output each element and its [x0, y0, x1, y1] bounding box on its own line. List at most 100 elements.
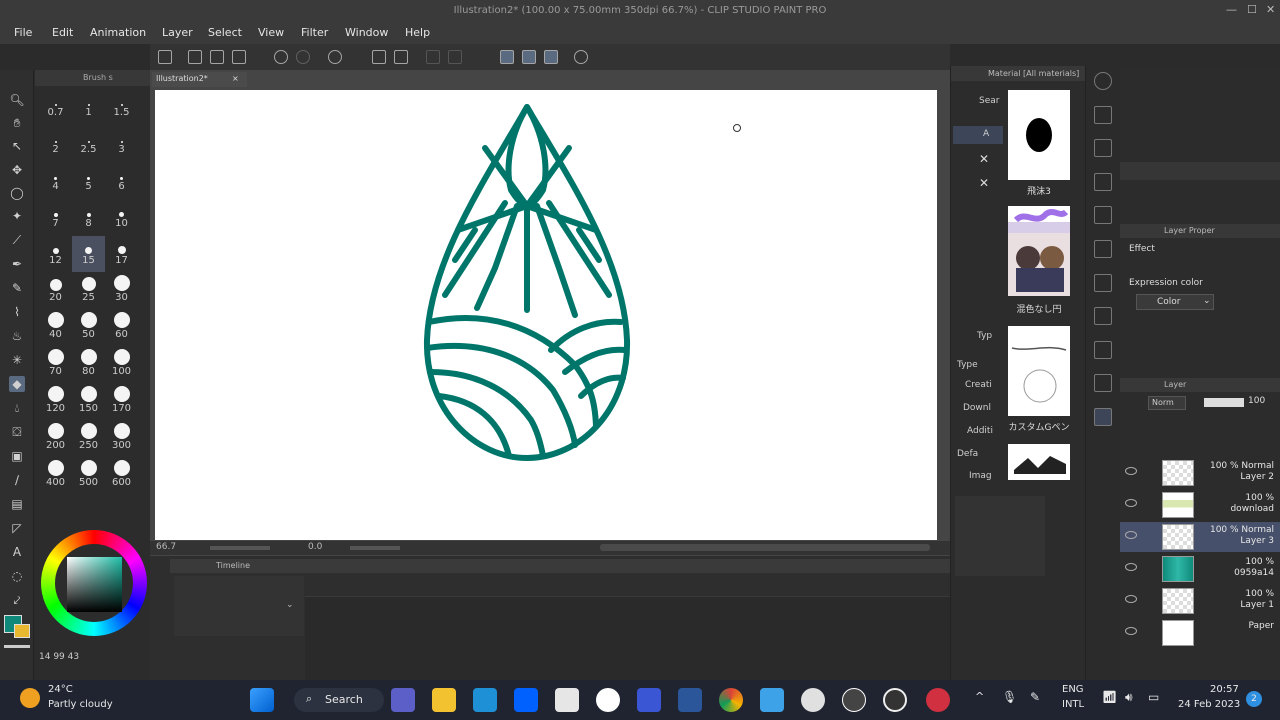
ruler-icon[interactable]: ◸ [9, 520, 25, 536]
close-icon[interactable]: ✕ [979, 152, 989, 166]
layer-search-icon[interactable] [1094, 374, 1112, 392]
layer-row[interactable]: 100 % download [1120, 490, 1280, 520]
clip-studio-launcher-icon[interactable] [801, 688, 825, 712]
material-creation-button[interactable]: Creati [953, 377, 1003, 395]
intermediate-color-icon[interactable] [1094, 274, 1112, 292]
material-thumb-splash[interactable] [1008, 90, 1070, 180]
color-wheel-icon[interactable] [1094, 206, 1112, 224]
open-folder-icon[interactable] [210, 50, 224, 64]
material-thumb-gpen[interactable] [1008, 326, 1070, 416]
brush-size-40[interactable]: 40 [39, 310, 72, 346]
color-history-icon[interactable] [1094, 341, 1112, 359]
clock-date[interactable]: 24 Feb 2023 [1178, 699, 1240, 710]
balloon-icon[interactable]: ◌ [9, 568, 25, 584]
brush-size-17[interactable]: 17 [105, 236, 138, 272]
material-icon[interactable] [1094, 408, 1112, 426]
brush-size-500[interactable]: 500 [72, 458, 105, 494]
clip-studio-paint-icon[interactable] [842, 688, 866, 712]
visibility-eye-icon[interactable] [1125, 563, 1137, 571]
save-icon[interactable] [232, 50, 246, 64]
teams-icon[interactable] [391, 688, 415, 712]
opacity-slider[interactable] [1204, 398, 1244, 407]
menu-filter[interactable]: Filter [301, 26, 328, 39]
menu-edit[interactable]: Edit [52, 26, 73, 39]
file-explorer-icon[interactable] [432, 688, 456, 712]
operation-tool-icon[interactable]: ↖ [9, 138, 25, 154]
tool-property-icon[interactable] [1094, 139, 1112, 157]
record-icon[interactable] [883, 688, 907, 712]
new-file-icon[interactable] [188, 50, 202, 64]
brush-size-600[interactable]: 600 [105, 458, 138, 494]
layer-row[interactable]: 100 % Normal Layer 2 [1120, 458, 1280, 488]
close-tab-icon[interactable]: × [232, 74, 239, 83]
zoom-tool-icon[interactable]: 🔍︎ [9, 92, 25, 108]
opacity-readout[interactable]: 100 [1248, 396, 1265, 406]
clip-studio-icon[interactable] [158, 50, 172, 64]
brush-size-0.7[interactable]: 0.7 [39, 88, 72, 124]
snipping-icon[interactable] [555, 688, 579, 712]
sub-tool-icon[interactable] [1094, 106, 1112, 124]
eyedropper-icon[interactable]: ⟋ [9, 232, 25, 248]
material-additional-button[interactable]: Additi [953, 423, 1003, 441]
selection-tool-icon[interactable] [426, 50, 440, 64]
search-box[interactable]: ⌕ Search [294, 688, 384, 712]
brush-size-6[interactable]: 6 [105, 162, 138, 198]
language-line1[interactable]: ENG [1062, 684, 1084, 695]
pen-icon[interactable]: ✎ [1030, 690, 1040, 704]
mail-icon[interactable] [473, 688, 497, 712]
figure-icon[interactable]: ∕ [9, 472, 25, 488]
brush-size-200[interactable]: 200 [39, 421, 72, 457]
expression-color-select[interactable]: Color ⌄ [1136, 294, 1214, 310]
brush-size-100[interactable]: 100 [105, 347, 138, 383]
material-download-button[interactable]: Downl [953, 400, 1003, 418]
menu-select[interactable]: Select [208, 26, 242, 39]
brush-size-2.5[interactable]: 2.5 [72, 125, 105, 161]
menu-animation[interactable]: Animation [90, 26, 146, 39]
magic-wand-icon[interactable]: ✦ [9, 208, 25, 224]
visibility-eye-icon[interactable] [1125, 595, 1137, 603]
text-icon[interactable]: A [9, 544, 25, 560]
brush-size-70[interactable]: 70 [39, 347, 72, 383]
transparent-color-icon[interactable] [4, 645, 30, 648]
lasso-icon[interactable]: ◯ [9, 185, 25, 201]
brush-size-20[interactable]: 20 [39, 273, 72, 309]
brush-size-3[interactable]: 3 [105, 125, 138, 161]
material-image-button[interactable]: Imag [953, 470, 1003, 482]
brush-size-30[interactable]: 30 [105, 273, 138, 309]
brush-size-2[interactable]: 2 [39, 125, 72, 161]
zoom-slider[interactable] [210, 546, 270, 550]
app-icon[interactable] [637, 688, 661, 712]
hand-tool-icon[interactable]: ✋︎ [9, 115, 25, 131]
weather-icon[interactable] [20, 688, 40, 708]
brush-size-150[interactable]: 150 [72, 384, 105, 420]
language-line2[interactable]: INTL [1062, 699, 1084, 710]
layer-row[interactable]: 100 % 0959a14 [1120, 554, 1280, 584]
ruler-snap-icon[interactable] [500, 50, 514, 64]
brush-size-60[interactable]: 60 [105, 310, 138, 346]
horizontal-scrollbar[interactable] [600, 544, 930, 551]
brush-size-10[interactable]: 10 [105, 199, 138, 235]
brush-size-400[interactable]: 400 [39, 458, 72, 494]
navigator-icon[interactable] [1094, 72, 1112, 90]
close-icon[interactable]: ✕ [979, 176, 989, 190]
brush-size-8[interactable]: 8 [72, 199, 105, 235]
menu-view[interactable]: View [258, 26, 284, 39]
approximate-color-icon[interactable] [1094, 307, 1112, 325]
blend-mode-select[interactable]: Norm [1148, 396, 1186, 410]
visibility-eye-icon[interactable] [1125, 627, 1137, 635]
layer-row[interactable]: 100 % Normal Layer 3 [1120, 522, 1280, 552]
type-section[interactable]: Typ [953, 328, 1003, 346]
material-default-button[interactable]: Defa [953, 446, 1003, 464]
brush-size-15[interactable]: 15 [72, 236, 105, 272]
rotation-readout[interactable]: 0.0 [308, 542, 322, 552]
menu-help[interactable]: Help [405, 26, 430, 39]
brush-size-icon[interactable] [1094, 173, 1112, 191]
canvas-tab[interactable]: Illustration2* × [152, 72, 247, 87]
layer-row[interactable]: 100 % Layer 1 [1120, 586, 1280, 616]
notification-badge[interactable]: 2 [1246, 691, 1262, 707]
redo-icon[interactable] [296, 50, 310, 64]
photos-icon[interactable] [760, 688, 784, 712]
deselect-icon[interactable] [448, 50, 462, 64]
brush-size-5[interactable]: 5 [72, 162, 105, 198]
brush-size-1.5[interactable]: 1.5 [105, 88, 138, 124]
